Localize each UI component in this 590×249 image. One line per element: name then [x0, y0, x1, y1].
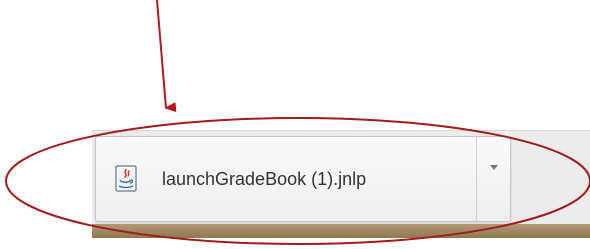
page-content-strip [92, 224, 590, 238]
chevron-down-icon [489, 165, 498, 170]
annotation-arrow [156, 0, 177, 113]
download-options-button[interactable] [476, 137, 510, 221]
download-file-name: launchGradeBook (1).jnlp [162, 168, 367, 189]
download-item[interactable]: launchGradeBook (1).jnlp [95, 136, 511, 222]
java-icon [114, 165, 140, 193]
open-download-button[interactable]: launchGradeBook (1).jnlp [96, 137, 476, 221]
